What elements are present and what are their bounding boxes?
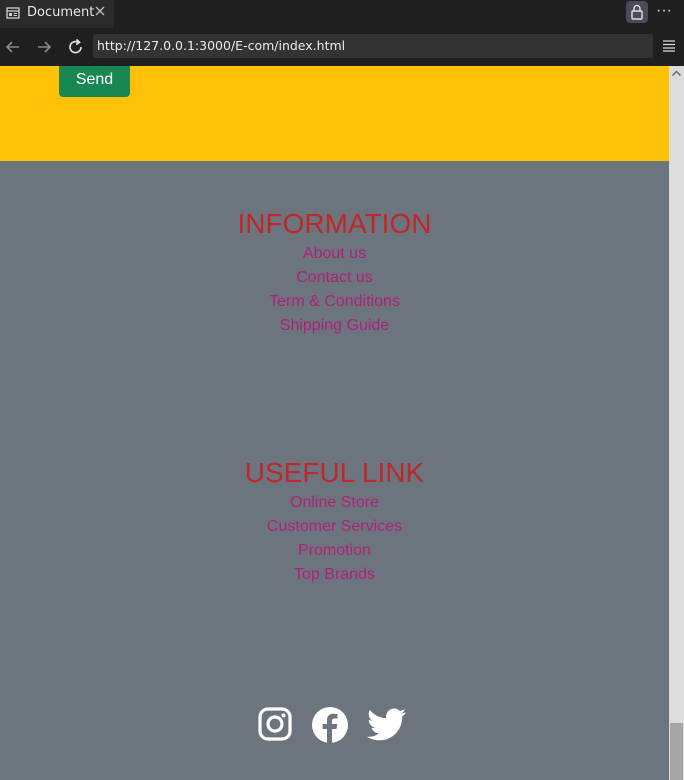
footer-link-terms[interactable]: Term & Conditions xyxy=(0,290,669,314)
useful-link-heading: USEFUL LINK xyxy=(244,457,425,488)
hamburger-icon xyxy=(663,40,675,52)
forward-arrow-icon xyxy=(38,41,52,53)
reload-icon xyxy=(69,38,82,54)
back-button[interactable] xyxy=(2,36,24,58)
social-links xyxy=(0,706,669,746)
tab-document[interactable]: Document xyxy=(0,0,114,28)
back-arrow-icon xyxy=(5,41,19,53)
information-heading: INFORMATION xyxy=(237,208,432,239)
lock-button[interactable] xyxy=(626,1,648,23)
facebook-icon[interactable] xyxy=(311,706,349,744)
send-button[interactable]: Send xyxy=(59,66,130,97)
contact-form-section: Send xyxy=(0,66,669,161)
footer-link-online-store[interactable]: Online Store xyxy=(0,491,669,515)
menu-button[interactable] xyxy=(661,38,677,54)
information-section: INFORMATION About us Contact us Term & C… xyxy=(0,206,669,338)
lock-icon xyxy=(631,4,643,20)
scrollbar-thumb[interactable] xyxy=(670,723,683,780)
forward-button[interactable] xyxy=(33,36,55,58)
footer-link-promotion[interactable]: Promotion xyxy=(0,539,669,563)
scroll-up-arrow-icon[interactable] xyxy=(669,66,684,81)
navigation-bar: http://127.0.0.1:3000/E-com/index.html xyxy=(0,28,684,66)
more-options-button[interactable]: ··· xyxy=(654,2,674,22)
reload-button[interactable] xyxy=(65,36,87,58)
instagram-icon[interactable] xyxy=(257,706,293,742)
tab-title: Document xyxy=(27,5,95,20)
url-text: http://127.0.0.1:3000/E-com/index.html xyxy=(97,38,346,53)
tab-bar: Document ··· xyxy=(0,0,684,28)
close-tab-icon[interactable] xyxy=(93,4,107,18)
twitter-icon[interactable] xyxy=(367,708,407,742)
address-bar[interactable]: http://127.0.0.1:3000/E-com/index.html xyxy=(93,34,653,58)
useful-links: Online Store Customer Services Promotion… xyxy=(0,491,669,587)
footer-link-shipping-guide[interactable]: Shipping Guide xyxy=(0,314,669,338)
footer-link-customer-services[interactable]: Customer Services xyxy=(0,515,669,539)
document-icon xyxy=(6,6,20,20)
vertical-scrollbar[interactable] xyxy=(669,66,684,780)
page-viewport: Send INFORMATION About us Contact us Ter… xyxy=(0,66,669,780)
footer-link-about-us[interactable]: About us xyxy=(0,242,669,266)
useful-link-section: USEFUL LINK Online Store Customer Servic… xyxy=(0,455,669,587)
footer-link-contact-us[interactable]: Contact us xyxy=(0,266,669,290)
information-links: About us Contact us Term & Conditions Sh… xyxy=(0,242,669,338)
footer-link-top-brands[interactable]: Top Brands xyxy=(0,563,669,587)
